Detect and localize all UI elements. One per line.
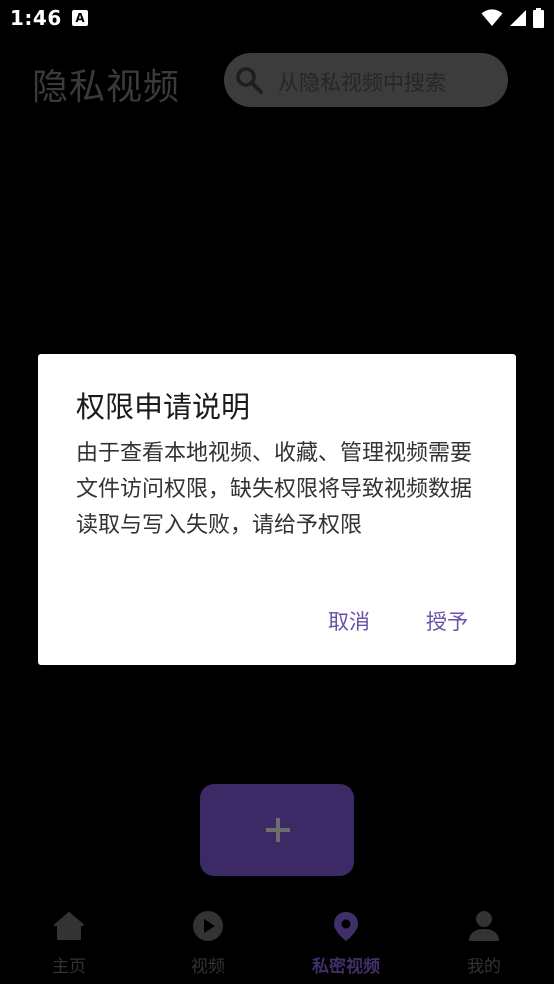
permission-dialog: 权限申请说明 由于查看本地视频、收藏、管理视频需要文件访问权限，缺失权限将导致视… (38, 354, 516, 665)
nav-item-home[interactable]: 主页 (0, 896, 138, 984)
dialog-title: 权限申请说明 (76, 390, 251, 424)
nav-label-private-video: 私密视频 (312, 957, 380, 977)
bottom-nav: 主页 视频 私密视频 我的 (0, 896, 554, 984)
nav-item-video[interactable]: 视频 (139, 896, 277, 984)
status-time: 1:46 (10, 6, 62, 30)
nav-label-home: 主页 (52, 957, 86, 977)
search-placeholder: 从隐私视频中搜索 (278, 71, 446, 95)
nav-label-mine: 我的 (467, 957, 501, 977)
signal-icon (510, 10, 526, 26)
play-icon (193, 911, 223, 941)
dialog-message: 由于查看本地视频、收藏、管理视频需要文件访问权限，缺失权限将导致视频数据读取与写… (76, 441, 473, 538)
nav-item-private-video[interactable]: 私密视频 (277, 896, 415, 984)
notification-a-icon: A (72, 10, 88, 26)
location-pin-icon (334, 912, 358, 941)
screen: 1:46 A 隐私视频 从隐私视频中搜索 权限申请说明 由于查看本地视频、收藏、… (0, 0, 554, 984)
status-bar: 1:46 A (0, 0, 554, 38)
wifi-icon (481, 9, 503, 26)
search-icon (236, 67, 263, 94)
battery-icon (533, 8, 544, 28)
home-icon (54, 912, 84, 940)
person-icon (469, 911, 499, 941)
search-input[interactable]: 从隐私视频中搜索 (224, 53, 508, 107)
add-video-button[interactable] (200, 784, 354, 876)
grant-button[interactable]: 授予 (426, 606, 468, 636)
page-title: 隐私视频 (32, 67, 181, 108)
notification-letter: A (75, 11, 85, 25)
nav-item-mine[interactable]: 我的 (415, 896, 553, 984)
status-icons (481, 8, 544, 28)
cancel-button[interactable]: 取消 (328, 606, 370, 636)
nav-label-video: 视频 (191, 957, 225, 977)
